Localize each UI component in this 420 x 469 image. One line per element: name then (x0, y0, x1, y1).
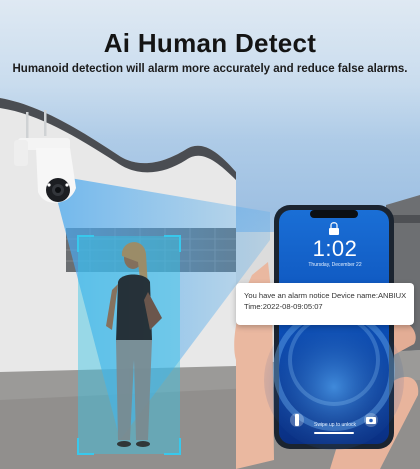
alarm-notification[interactable]: You have an alarm notice Device name:ANB… (236, 283, 414, 325)
page-subtitle: Humanoid detection will alarm more accur… (12, 63, 408, 75)
notification-time: Time:2022-08-09:05:07 (244, 302, 323, 311)
product-banner: Ai Human Detect Humanoid detection will … (0, 0, 420, 469)
notification-message: You have an alarm notice Device name:ANB… (244, 291, 407, 300)
phone-notch (310, 210, 358, 218)
page-title: Ai Human Detect (103, 28, 317, 58)
home-indicator (314, 432, 354, 434)
lockscreen-time: 1:02 (312, 236, 358, 261)
lockscreen-date: Thursday, December 22 (308, 262, 362, 268)
unlock-hint: Swipe up to unlock (314, 422, 356, 428)
